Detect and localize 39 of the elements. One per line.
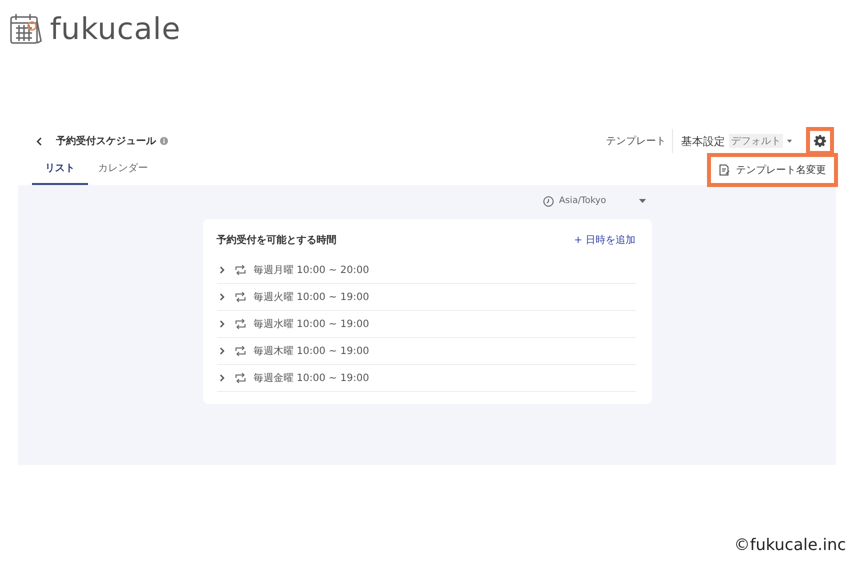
menu-item[interactable]: テンプレート名変更 [711, 157, 834, 183]
calendar-logo-icon [8, 11, 44, 47]
page-title: 予約受付スケジュール [56, 134, 156, 148]
settings-icon [814, 135, 826, 147]
schedule-text: 毎週火曜 10:00 ~ 19:00 [254, 290, 370, 304]
template-label: テンプレート [606, 134, 666, 148]
caret-icon [787, 138, 792, 144]
repeat-icon [234, 292, 246, 302]
chevron-icon[interactable] [218, 266, 224, 274]
repeat-icon [234, 373, 246, 383]
add-datetime-link[interactable]: + 日時を追加 [574, 233, 636, 247]
document-edit-icon [719, 164, 730, 176]
settings-button[interactable] [806, 127, 834, 155]
info-icon[interactable] [160, 137, 168, 145]
logo-text: fukucale [50, 12, 181, 46]
repeat-icon [234, 346, 246, 356]
clock-icon [543, 196, 554, 206]
chevron-icon[interactable] [218, 347, 224, 355]
schedule-text: 毎週木曜 10:00 ~ 19:00 [254, 344, 370, 358]
tab[interactable]: カレンダー [88, 157, 158, 185]
schedule-text: 毎週月曜 10:00 ~ 20:00 [254, 264, 370, 277]
tab[interactable]: リスト [32, 157, 88, 185]
schedule-row[interactable]: 毎週木曜 10:00 ~ 19:00 [216, 338, 636, 365]
schedule-row[interactable]: 毎週火曜 10:00 ~ 19:00 [216, 284, 636, 311]
timezone-select[interactable]: Asia/Tokyo [543, 193, 646, 209]
chevron-icon[interactable] [218, 293, 224, 301]
copyright-text: ©fukucale.inc [734, 535, 846, 554]
schedule-text: 毎週金曜 10:00 ~ 19:00 [254, 372, 370, 385]
schedule-row[interactable]: 毎週月曜 10:00 ~ 20:00 [216, 257, 636, 284]
schedule-row[interactable]: 毎週金曜 10:00 ~ 19:00 [216, 365, 636, 392]
chevron-icon[interactable] [218, 320, 224, 328]
back-icon[interactable] [36, 136, 42, 146]
schedule-text: 毎週水曜 10:00 ~ 19:00 [254, 318, 370, 331]
repeat-icon [234, 319, 246, 329]
repeat-icon [234, 265, 246, 275]
card-title: 予約受付を可能とする時間 [216, 234, 336, 247]
chevron-icon[interactable] [218, 374, 224, 382]
schedule-row[interactable]: 毎週水曜 10:00 ~ 19:00 [216, 311, 636, 338]
caret-icon [639, 198, 646, 204]
